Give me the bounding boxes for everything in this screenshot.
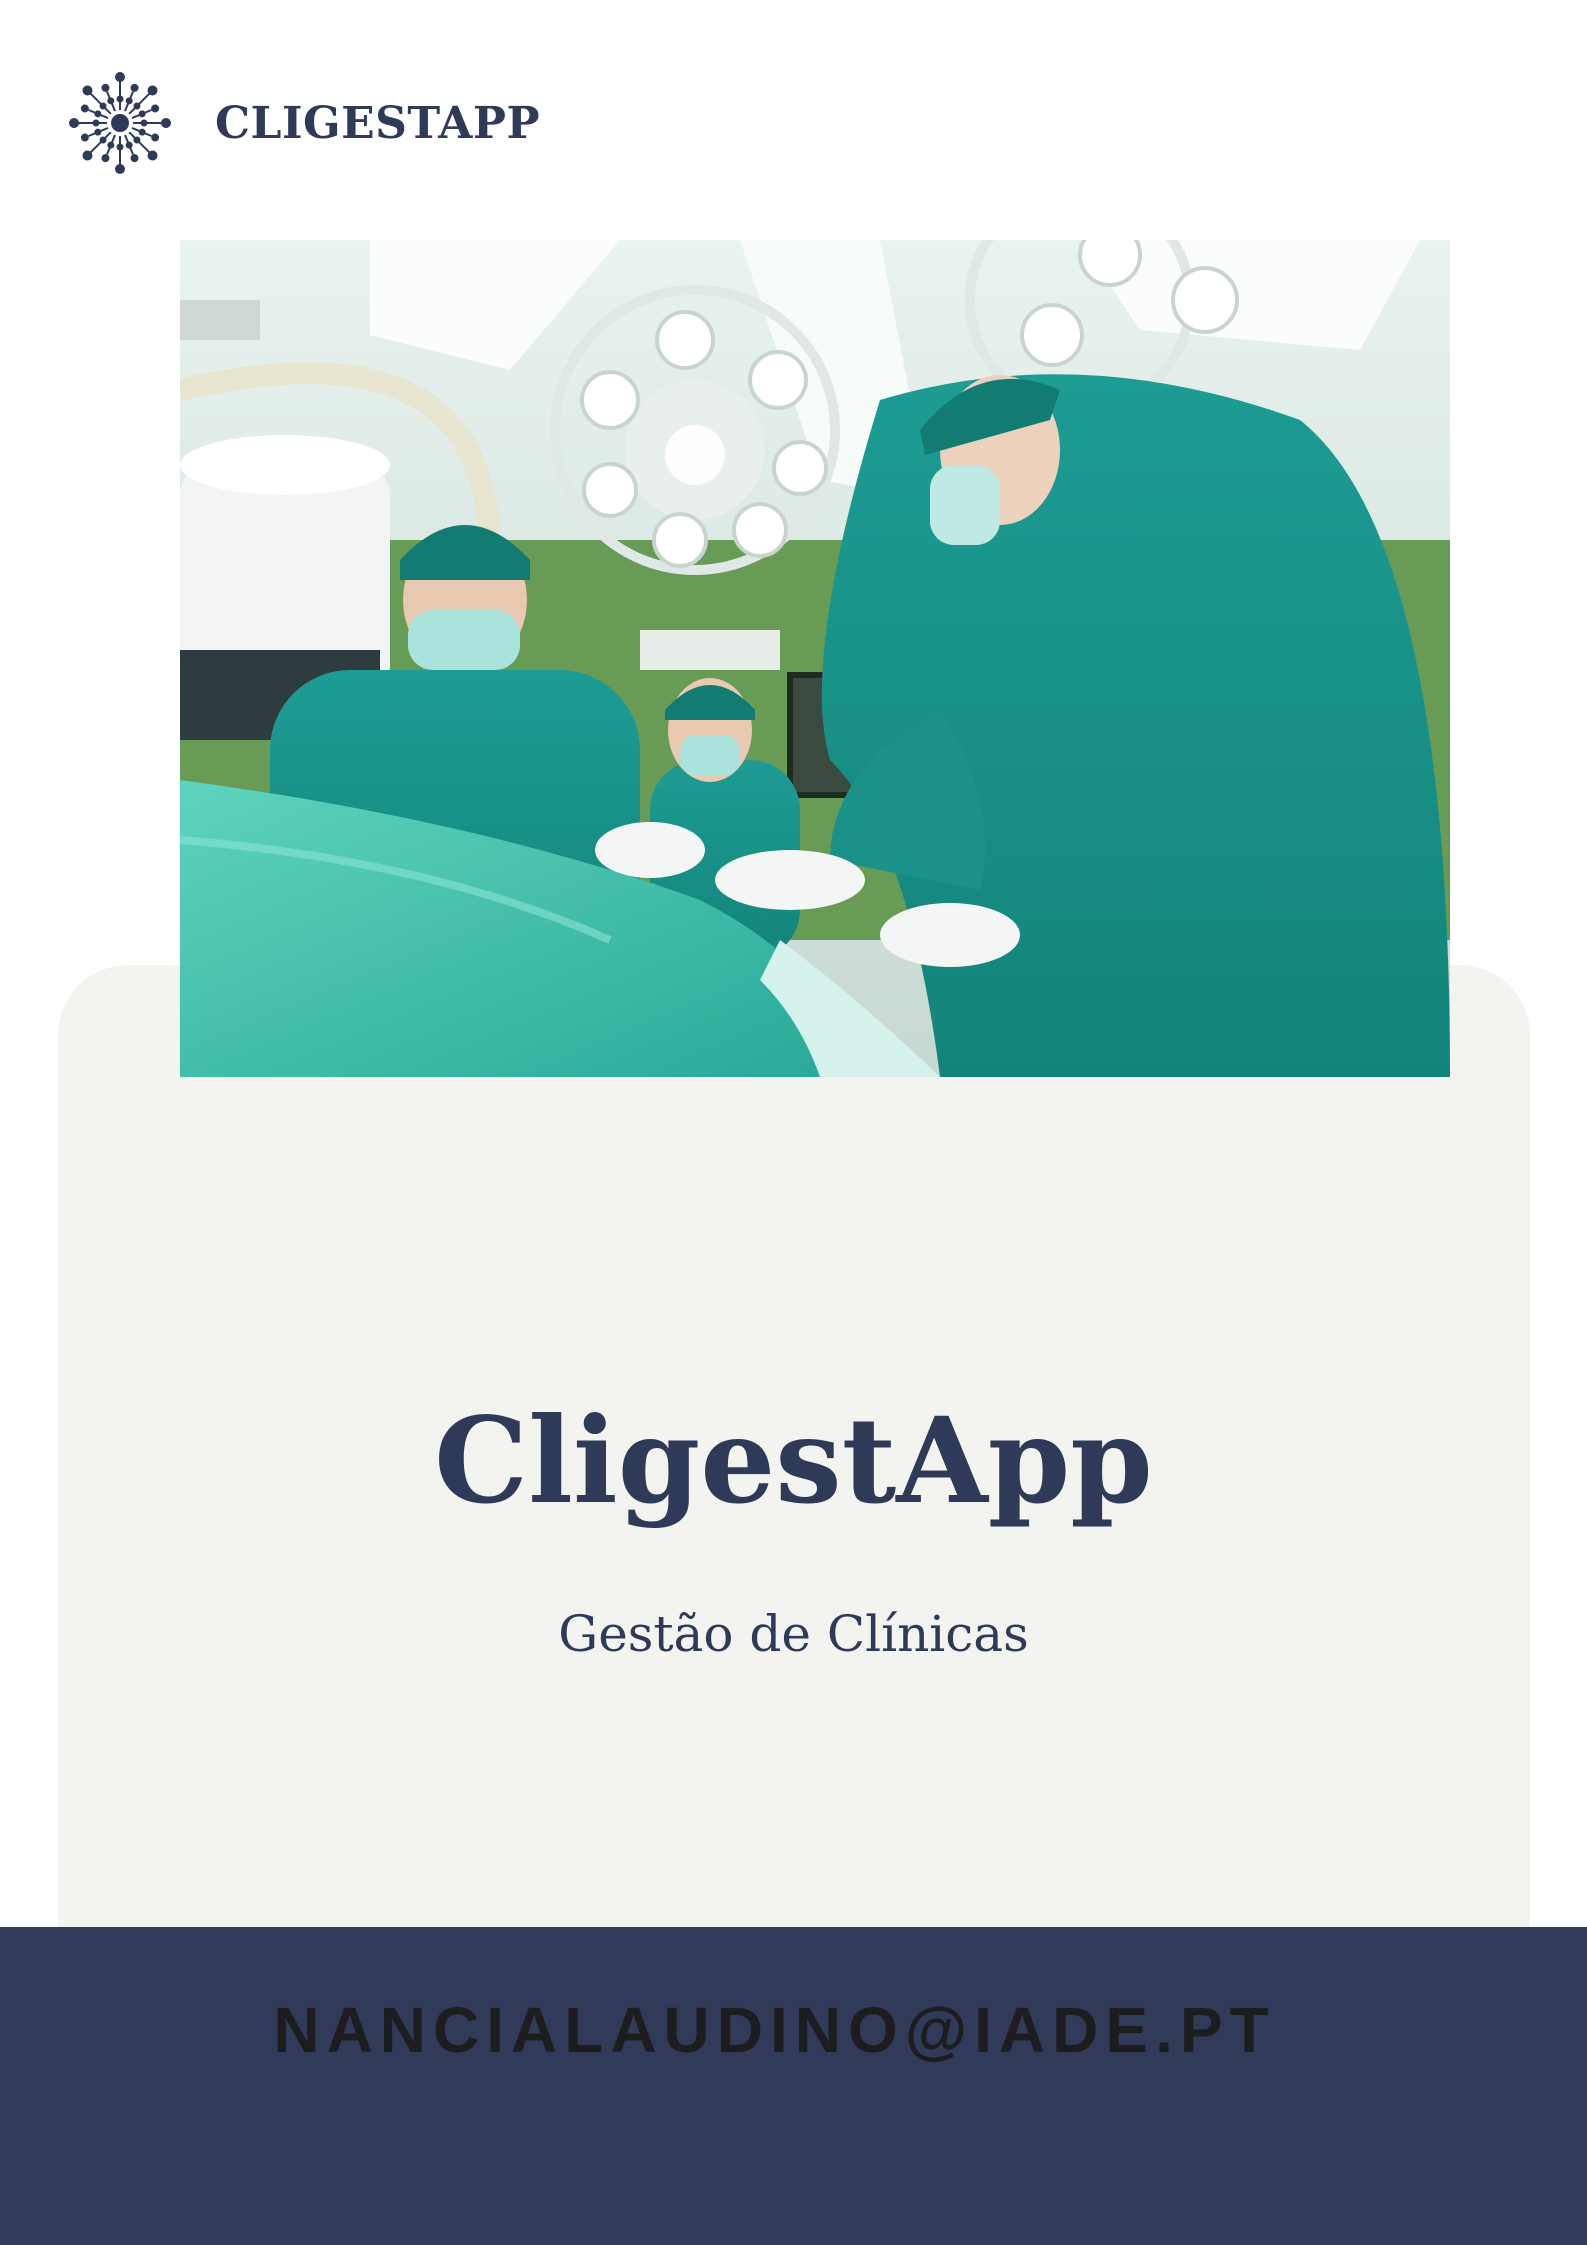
brand-name: CLIGESTAPP (215, 97, 541, 149)
header: CLIGESTAPP (67, 68, 540, 178)
snowflake-dot-logo-icon (69, 72, 171, 174)
contact-email: NANCIALAUDINO@IADE.PT (273, 1994, 1276, 2066)
app-title: CligestApp (434, 1391, 1153, 1530)
footer-band (0, 1927, 1587, 2245)
app-subtitle: Gestão de Clínicas (558, 1605, 1029, 1663)
surgery-team-photo (180, 240, 1450, 1077)
